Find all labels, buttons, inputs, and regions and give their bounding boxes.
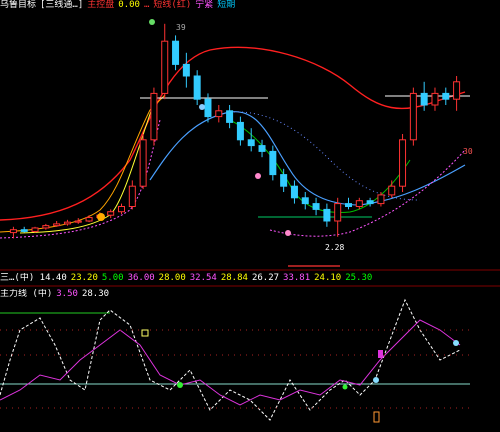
candle-body <box>345 203 352 208</box>
candle-body <box>388 185 396 196</box>
candle-body <box>128 185 136 207</box>
candle-body <box>269 150 277 176</box>
candle-body <box>161 40 169 94</box>
candle-body <box>366 200 374 205</box>
white-oscillator <box>0 298 461 421</box>
candle-body <box>377 194 385 205</box>
candle-body <box>258 145 266 152</box>
candle-body <box>247 139 255 147</box>
candle-body <box>290 185 298 199</box>
osc-orange-mark <box>373 411 380 423</box>
stock-chart: 39 2.28 30 <box>0 19 500 423</box>
candle-body <box>226 110 234 123</box>
candle-body <box>453 81 461 100</box>
blue-ma-line <box>149 111 466 206</box>
candle-body <box>193 75 201 100</box>
candle-body <box>139 139 147 187</box>
candle-body <box>85 217 93 222</box>
high-price-label: 39 <box>176 23 186 32</box>
yellow-ma-line <box>19 99 156 234</box>
candle-body <box>118 206 125 213</box>
candle-body <box>399 139 407 187</box>
candle-body <box>323 208 331 222</box>
osc-yellow-box <box>141 329 149 337</box>
candle-body <box>20 229 28 232</box>
red-ma-line <box>0 46 466 221</box>
candle-body <box>301 197 309 205</box>
start-marker <box>97 213 105 221</box>
magenta-dotted-line <box>0 119 466 239</box>
blue-marker <box>199 104 205 110</box>
candle-body <box>355 200 363 207</box>
candle-body <box>409 92 417 141</box>
candle-body <box>53 223 61 227</box>
candle-body <box>420 92 428 106</box>
candle-body <box>236 121 244 141</box>
candle-body <box>431 92 439 106</box>
osc-blue-dot <box>373 377 379 383</box>
osc-blue-dot-2 <box>453 340 459 346</box>
candle-body <box>107 211 115 216</box>
osc-green-dot <box>177 382 183 388</box>
magenta-oscillator <box>0 319 461 406</box>
osc-magenta-box <box>378 350 383 358</box>
candle-body <box>204 98 212 118</box>
low-price-label: 2.28 <box>325 243 344 252</box>
candle-body <box>312 203 320 210</box>
right-label: 30 <box>463 147 473 156</box>
candle-body <box>442 92 450 100</box>
pink-marker <box>255 173 261 179</box>
candle-body <box>74 220 82 223</box>
candle-body <box>215 110 223 118</box>
peak-marker <box>149 19 155 25</box>
candle-body <box>172 40 180 65</box>
candle-body <box>42 225 50 229</box>
candle-body <box>63 221 71 225</box>
osc-green-dot-2 <box>342 384 348 390</box>
candle-body <box>9 229 17 234</box>
candle-body <box>150 92 158 141</box>
candle-body <box>182 63 190 77</box>
candles-group <box>9 23 461 239</box>
candle-body <box>31 227 39 232</box>
candle-body <box>334 203 342 222</box>
pink-marker-2 <box>285 230 291 236</box>
candle-body <box>280 174 288 187</box>
